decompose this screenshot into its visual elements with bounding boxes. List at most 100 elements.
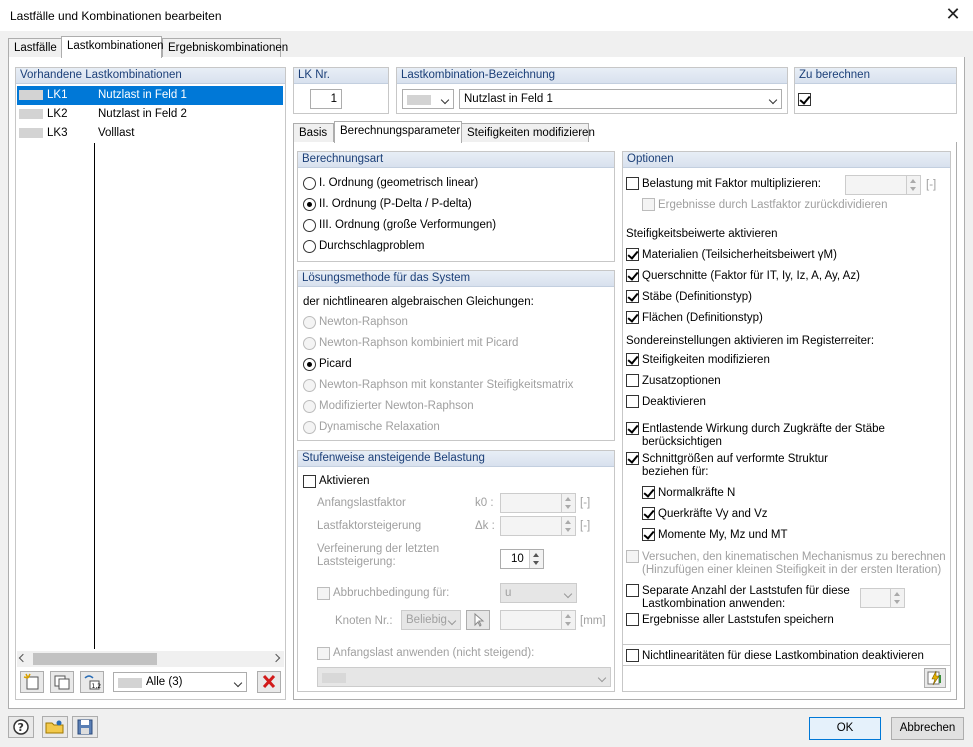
optionen-group: Optionen Belastung mit Faktor multiplizi… [622, 151, 951, 692]
scroll-thumb[interactable] [33, 653, 157, 665]
pick-node-button[interactable] [466, 610, 490, 630]
close-icon[interactable]: ✕ [940, 3, 966, 27]
save-button[interactable] [72, 716, 98, 738]
combination-name: Nutzlast in Feld 2 [98, 108, 187, 120]
color-dropdown[interactable] [402, 89, 454, 109]
loesung-header: Lösungsmethode für das System [298, 271, 614, 287]
radio-newton-picard[interactable] [303, 337, 316, 350]
color-swatch [322, 673, 346, 683]
color-swatch [19, 128, 43, 138]
svg-text:1,2: 1,2 [92, 683, 102, 690]
abbruch-dropdown[interactable]: u [500, 583, 577, 603]
staebe-checkbox[interactable] [626, 290, 639, 303]
copy-combination-button[interactable] [50, 671, 74, 693]
lk-nr-field[interactable]: 1 [310, 89, 342, 109]
radio-ordnung-1[interactable] [303, 177, 316, 190]
tab-steifigkeiten-modifizieren[interactable]: Steifigkeiten modifizieren [461, 123, 595, 143]
anfangslast-checkbox[interactable] [317, 647, 330, 660]
querschnitte-checkbox[interactable] [626, 269, 639, 282]
faktor-spinner[interactable] [845, 175, 921, 195]
lk-nr-label: LK Nr. [294, 68, 388, 84]
ok-button[interactable]: OK [809, 717, 881, 740]
radio-ordnung-3[interactable] [303, 219, 316, 232]
ergebnisse-zurueck-checkbox[interactable] [642, 198, 655, 211]
nichtlinearitaeten-checkbox[interactable] [626, 649, 639, 662]
versuchen-label-2: (Hinzufügen einer kleinen Steifigkeit in… [642, 564, 942, 576]
anfangslastfaktor-spinner[interactable] [500, 493, 576, 513]
tab-lastfaelle[interactable]: Lastfälle [8, 38, 62, 58]
entlastende-checkbox[interactable] [626, 422, 639, 435]
laststufen-spinner[interactable] [860, 588, 905, 608]
versuchen-checkbox[interactable] [626, 550, 639, 563]
schnittgroessen-checkbox[interactable] [626, 452, 639, 465]
open-button[interactable] [42, 716, 68, 738]
scroll-left-icon[interactable] [18, 653, 28, 663]
folder-icon [45, 720, 64, 734]
deaktivieren-checkbox[interactable] [626, 395, 639, 408]
radio-dynamische[interactable] [303, 421, 316, 434]
tab-ergebniskombinationen[interactable]: Ergebniskombinationen [162, 38, 288, 58]
querschnitte-label: Querschnitte (Faktor für IT, Iy, Iz, A, … [642, 270, 860, 282]
abbruch-checkbox[interactable] [317, 587, 330, 600]
chevron-down-icon [233, 678, 243, 688]
window-title: Lastfälle und Kombinationen bearbeiten [10, 9, 222, 23]
knoten-dropdown[interactable]: Beliebig [401, 610, 461, 630]
help-button[interactable]: ? [8, 716, 34, 738]
normalkraefte-checkbox[interactable] [642, 486, 655, 499]
list-item[interactable]: LK1 Nutzlast in Feld 1 [17, 86, 283, 105]
bezeichnung-dropdown[interactable]: Nutzlast in Feld 1 [459, 89, 782, 109]
divider [623, 665, 950, 666]
separate-laststufen-checkbox[interactable] [626, 584, 639, 597]
tab-berechnungsparameter[interactable]: Berechnungsparameter [334, 121, 462, 143]
anfangslast-dropdown[interactable] [317, 667, 611, 687]
separate-laststufen-label-2: Lastkombination anwenden: [642, 598, 786, 610]
combination-name: Nutzlast in Feld 1 [98, 89, 187, 101]
newton-konstant-label: Newton-Raphson mit konstanter Steifigkei… [319, 379, 574, 391]
radio-newton-konstant[interactable] [303, 379, 316, 392]
berechnungsart-group: Berechnungsart I. Ordnung (geometrisch l… [297, 151, 615, 262]
steifigkeiten-modifizieren-checkbox[interactable] [626, 353, 639, 366]
materialien-label: Materialien (Teilsicherheitsbeiwert γM) [642, 249, 837, 261]
cancel-button[interactable]: Abbrechen [891, 717, 964, 740]
optionen-header: Optionen [623, 152, 950, 168]
horizontal-scrollbar[interactable] [17, 651, 284, 667]
schnittgroessen-label-1: Schnittgrößen auf verformte Struktur [642, 453, 828, 465]
delete-combination-button[interactable] [257, 671, 281, 693]
knoten-label: Knoten Nr.: [335, 615, 393, 627]
flaechen-checkbox[interactable] [626, 311, 639, 324]
materialien-checkbox[interactable] [626, 248, 639, 261]
zu-berechnen-group: Zu berechnen [794, 67, 957, 114]
zu-berechnen-checkbox[interactable] [798, 93, 811, 106]
durchschlag-label: Durchschlagproblem [319, 240, 425, 252]
radio-durchschlag[interactable] [303, 240, 316, 253]
speichern-checkbox[interactable] [626, 613, 639, 626]
radio-modifiziert[interactable] [303, 400, 316, 413]
bezeichnung-label: Lastkombination-Bezeichnung [397, 68, 787, 84]
new-combination-button[interactable] [20, 671, 44, 693]
anfangslast-label: Anfangslast anwenden (nicht steigend): [333, 647, 535, 659]
filter-dropdown[interactable]: Alle (3) [113, 672, 247, 692]
bezeichnung-group: Lastkombination-Bezeichnung Nutzlast in … [396, 67, 788, 114]
tab-lastkombinationen[interactable]: Lastkombinationen [61, 36, 164, 58]
querkraefte-checkbox[interactable] [642, 507, 655, 520]
lastfaktorsteigerung-spinner[interactable] [500, 516, 576, 536]
knoten-wert-spinner[interactable] [500, 610, 576, 630]
tab-basis[interactable]: Basis [293, 123, 334, 143]
svg-text:?: ? [18, 721, 24, 734]
list-item[interactable]: LK3 Volllast [17, 124, 283, 143]
momente-checkbox[interactable] [642, 528, 655, 541]
radio-picard[interactable] [303, 358, 316, 371]
radio-newton-raphson[interactable] [303, 316, 316, 329]
radio-ordnung-2[interactable] [303, 198, 316, 211]
belastung-faktor-checkbox[interactable] [626, 177, 639, 190]
scroll-right-icon[interactable] [271, 653, 281, 663]
speichern-label: Ergebnisse aller Laststufen speichern [642, 614, 834, 626]
verfeinerung-spinner[interactable]: 10 [500, 549, 544, 569]
verfeinerung-label-1: Verfeinerung der letzten [317, 543, 440, 555]
renumber-button[interactable]: 1,2 [80, 671, 104, 693]
zusatzoptionen-checkbox[interactable] [626, 374, 639, 387]
modifiziert-label: Modifizierter Newton-Raphson [319, 400, 474, 412]
aktivieren-checkbox[interactable] [303, 475, 316, 488]
settings-calc-button[interactable] [924, 668, 946, 688]
list-item[interactable]: LK2 Nutzlast in Feld 2 [17, 105, 283, 124]
